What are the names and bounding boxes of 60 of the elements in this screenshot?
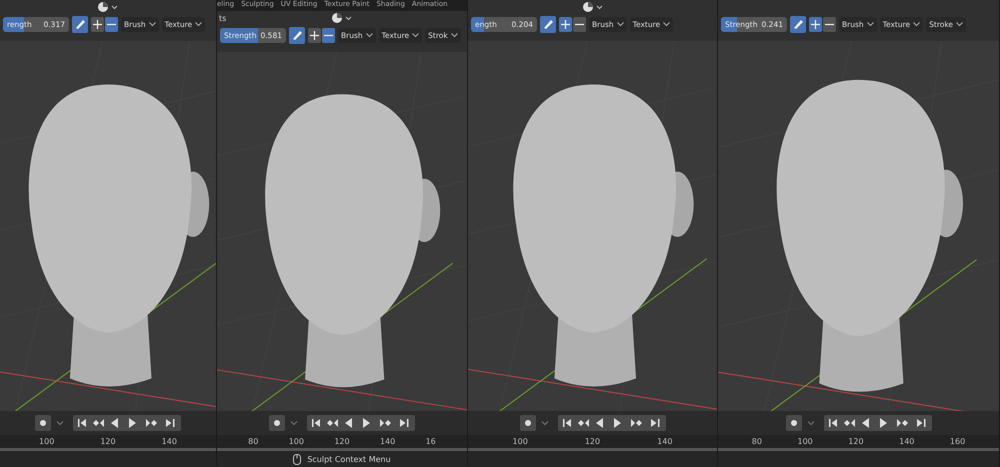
add-button[interactable] (809, 17, 822, 32)
3d-viewport[interactable] (217, 52, 467, 411)
playback-controls-icon[interactable] (558, 415, 666, 431)
pen-pressure-icon[interactable] (72, 16, 88, 33)
frame-number: 100 (512, 436, 528, 448)
frame-number: 120 (334, 436, 350, 448)
shading-pie-icon[interactable] (331, 12, 353, 24)
pen-pressure-icon[interactable] (540, 16, 556, 33)
frame-number: 160 (950, 436, 966, 448)
frame-number: 100 (288, 436, 304, 448)
frame-number: 16 (426, 436, 436, 448)
chevron-down-icon (148, 22, 156, 27)
frame-number: 120 (848, 436, 864, 448)
frame-number: 140 (899, 436, 914, 448)
chevron-down-icon (450, 33, 458, 38)
plus-icon (561, 20, 570, 29)
subtract-button[interactable] (105, 17, 118, 32)
frame-number: 140 (657, 436, 672, 448)
pen-pressure-icon[interactable] (790, 16, 806, 33)
playback-controls-icon[interactable] (824, 415, 932, 431)
mouse-icon (293, 454, 302, 464)
timeline-ruler[interactable]: 80 100 120 140 16 (217, 435, 467, 451)
pen-pressure-icon[interactable] (289, 27, 305, 44)
shading-pie-icon[interactable] (582, 1, 604, 13)
frame-number: 120 (100, 436, 116, 448)
add-button[interactable] (308, 28, 321, 43)
chevron-down-icon (866, 22, 874, 27)
frame-number: 80 (752, 436, 762, 448)
chevron-down-icon (913, 22, 920, 27)
plus-icon (93, 20, 102, 29)
frame-number: 140 (162, 436, 177, 448)
frame-number: 120 (584, 436, 600, 448)
timeline-ruler[interactable]: 80 100 120 140 160 (718, 435, 999, 451)
chevron-down-icon (366, 33, 373, 38)
chevron-down-icon (195, 22, 202, 27)
status-text: Sculpt Context Menu (307, 454, 391, 464)
chevron-down-icon (956, 22, 964, 27)
add-button[interactable] (559, 17, 572, 32)
chevron-down-icon (663, 22, 670, 27)
plus-icon (811, 20, 820, 29)
plus-icon (310, 31, 319, 40)
timeline-ruler[interactable]: 100 120 140 (0, 435, 216, 451)
3d-viewport[interactable] (718, 41, 999, 411)
frame-number: 140 (380, 436, 396, 448)
frame-number: 100 (797, 436, 813, 448)
chevron-down-icon (412, 33, 420, 38)
frame-number: 100 (39, 436, 54, 448)
subtract-button[interactable] (573, 17, 586, 32)
playback-controls-icon[interactable] (307, 415, 415, 431)
3d-viewport[interactable] (468, 41, 717, 411)
playback-controls-icon[interactable] (73, 415, 181, 431)
3d-viewport[interactable] (0, 41, 216, 411)
chevron-down-icon (616, 22, 624, 27)
timeline-ruler[interactable]: 100 120 140 (468, 435, 717, 451)
frame-number: 80 (248, 436, 258, 448)
header-label: ts (219, 14, 226, 22)
subtract-button[interactable] (823, 17, 836, 32)
subtract-button[interactable] (322, 28, 335, 43)
shading-pie-icon[interactable] (97, 1, 119, 13)
add-button[interactable] (91, 17, 104, 32)
